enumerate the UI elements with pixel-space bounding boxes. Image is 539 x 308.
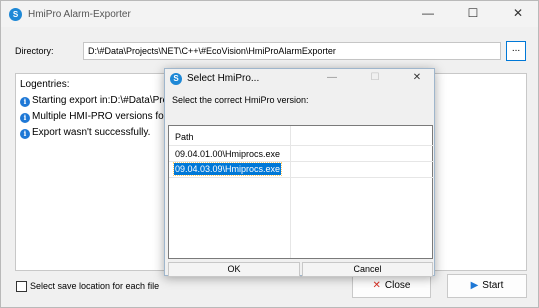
- info-icon: i: [20, 113, 30, 123]
- close-window-button[interactable]: ✕: [496, 1, 539, 27]
- list-row-divider: [169, 177, 434, 178]
- save-location-label[interactable]: Select save location for each file: [30, 281, 159, 291]
- maximize-icon: ☐: [370, 72, 380, 83]
- close-button[interactable]: ✕ Close: [352, 274, 431, 298]
- log-entry: i Starting export in:D:\#Data\Pro: [20, 95, 168, 107]
- list-item-path: 09.04.03.09\Hmiprocs.exe: [172, 162, 283, 176]
- info-icon: i: [20, 97, 30, 107]
- log-entry: i Export wasn't successfully.: [20, 127, 150, 139]
- log-entry-text: Multiple HMI-PRO versions fou: [32, 111, 170, 122]
- dialog-instruction: Select the correct HmiPro version:: [172, 95, 309, 105]
- close-icon: ✕: [372, 280, 381, 291]
- dialog-close-button[interactable]: ✕: [400, 69, 434, 89]
- list-item-selected[interactable]: 09.04.03.09\Hmiprocs.exe: [169, 161, 434, 176]
- dialog-title: Select HmiPro...: [187, 73, 260, 84]
- version-list[interactable]: Path 09.04.01.00\Hmiprocs.exe 09.04.03.0…: [168, 125, 434, 259]
- directory-input[interactable]: D:\#Data\Projects\NET\C++\#EcoVision\Hmi…: [83, 42, 501, 60]
- log-entry: i Multiple HMI-PRO versions fou: [20, 111, 169, 123]
- select-hmipro-dialog: S Select HmiPro... — ☐ ✕ Select the corr…: [164, 68, 435, 277]
- app-icon: S: [9, 8, 22, 21]
- log-entry-text: Export wasn't successfully.: [32, 127, 151, 138]
- close-icon: ✕: [412, 72, 422, 83]
- minimize-icon: —: [422, 6, 434, 20]
- dialog-title-bar: S Select HmiPro... — ☐ ✕: [165, 69, 434, 89]
- dialog-minimize-button[interactable]: —: [315, 69, 349, 89]
- window-title: HmiPro Alarm-Exporter: [28, 9, 131, 20]
- dialog-maximize-button[interactable]: ☐: [358, 69, 392, 89]
- close-icon: ✕: [512, 6, 524, 20]
- info-icon: i: [20, 129, 30, 139]
- list-header-path[interactable]: Path: [175, 132, 194, 142]
- browse-button[interactable]: ...: [506, 41, 526, 61]
- minimize-icon: —: [327, 72, 337, 83]
- start-button[interactable]: ▶ Start: [447, 274, 527, 298]
- directory-label: Directory:: [15, 46, 54, 56]
- cancel-button[interactable]: Cancel: [302, 262, 433, 277]
- log-entry-text: Starting export in:D:\#Data\Pro: [32, 95, 169, 106]
- maximize-button[interactable]: ☐: [451, 1, 495, 27]
- maximize-icon: ☐: [467, 6, 479, 20]
- close-button-label: Close: [384, 280, 411, 291]
- ok-button[interactable]: OK: [168, 262, 300, 277]
- save-location-checkbox[interactable]: [16, 281, 27, 292]
- title-bar: S HmiPro Alarm-Exporter — ☐ ✕: [1, 1, 538, 27]
- start-button-label: Start: [482, 280, 504, 291]
- log-header: Logentries:: [20, 79, 70, 90]
- list-item-path: 09.04.01.00\Hmiprocs.exe: [175, 149, 281, 159]
- minimize-button[interactable]: —: [406, 1, 450, 27]
- play-icon: ▶: [470, 280, 479, 291]
- dialog-app-icon: S: [170, 73, 182, 85]
- list-item[interactable]: 09.04.01.00\Hmiprocs.exe: [169, 145, 434, 159]
